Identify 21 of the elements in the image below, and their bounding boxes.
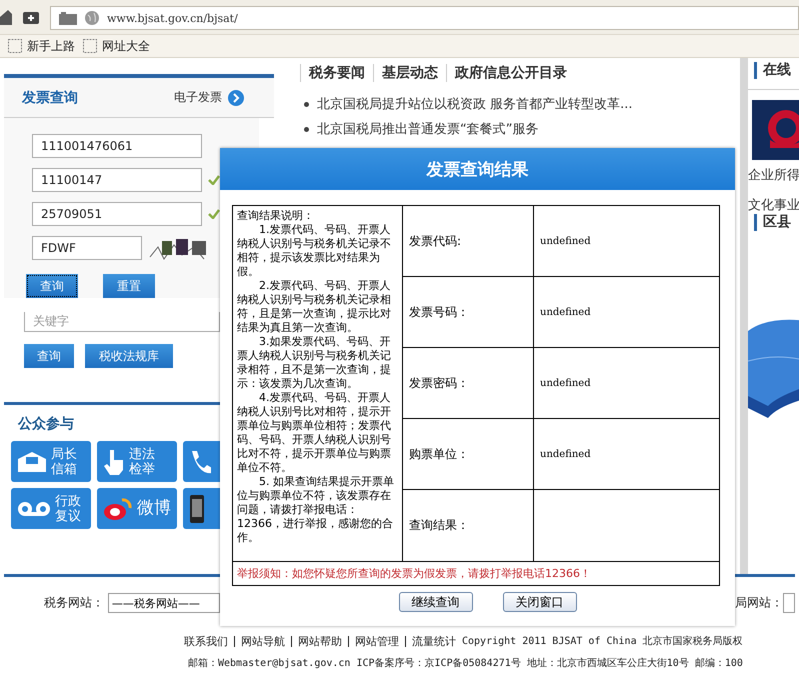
label-cell: 购票单位： bbox=[403, 419, 534, 490]
section-title: 在线 bbox=[754, 62, 799, 79]
section-title: 公众参与 bbox=[18, 415, 74, 433]
panel-title: 发票查询 bbox=[22, 88, 78, 106]
label-cell: 发票代码: bbox=[403, 206, 534, 277]
warning-text: 举报须知：如您怀疑您所查询的发票为假发票，请拨打举报电话12366！ bbox=[233, 561, 719, 585]
field-label: 税务网站： bbox=[44, 595, 104, 610]
value-cell: undefined bbox=[534, 277, 719, 348]
copyright-text: Copyright 2011 BJSAT of China 北京市国家税务局版权 bbox=[462, 634, 743, 648]
value-cell: undefined bbox=[534, 419, 719, 490]
label-cell: 查询结果： bbox=[403, 490, 534, 561]
field-label: 局网站： bbox=[735, 595, 783, 610]
notes-text: 查询结果说明： 1.发票代码、号码、开票人纳税人识别号与税务机关记录不相符，提示该发票比对结果为假。 2.发票代码、号码、开票人纳税人识别号与税务机关记录相符，且是第一次查询，提示比对结果为真且第一次查询。 3.如果发票代码、号码、开票人纳税人识别号与税务机关记录相符，且不是第一次查询，提示：该发票为几次查询。 4.发票代码、号码、开票人纳税人识别号比对相符，提示开票单位与购票单位相符；发票代码、号码、开票人纳税人识别号比对不符，提示开票单位与购票单位不符。 5. 如果查询结果提示开票单位与购票单位不符，该发票存在问题，请拨打举报电话：12366，进行举报，感谢您的合作。 bbox=[233, 206, 403, 561]
contact-text: 邮箱：Webmaster@bjsat.gov.cn ICP备案序号：京ICP备05084271号 地址：北京市西城区车公庄大街10号 邮编：100 bbox=[188, 656, 743, 670]
value-cell: undefined bbox=[534, 206, 719, 277]
label-cell: 发票密码： bbox=[403, 348, 534, 419]
url-text: www.bjsat.gov.cn/bjsat/ bbox=[107, 12, 238, 24]
dialog-title: 发票查询结果 bbox=[220, 148, 735, 190]
label-cell: 发票号码： bbox=[403, 277, 534, 348]
section-title: 区县 bbox=[754, 214, 799, 231]
value-cell: undefined bbox=[534, 348, 719, 419]
